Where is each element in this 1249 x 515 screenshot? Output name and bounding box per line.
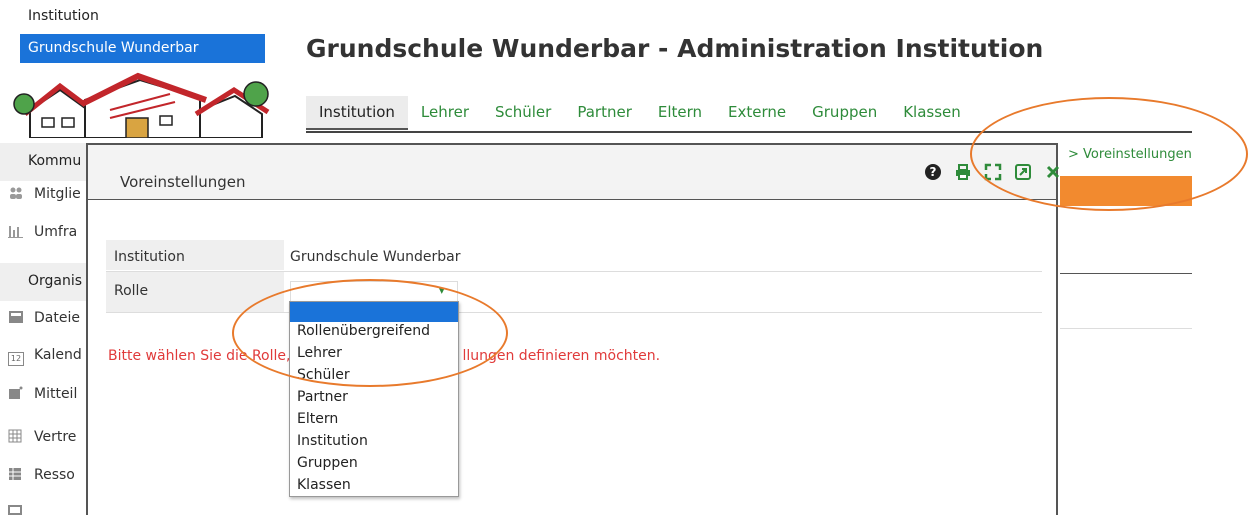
tab-klassen[interactable]: Klassen: [890, 96, 974, 130]
survey-chart-icon: [8, 226, 23, 238]
sidebar-item-resources[interactable]: Resso: [8, 467, 75, 483]
sidebar-item-files[interactable]: Dateie: [8, 310, 80, 326]
dialog-title: Voreinstellungen: [120, 173, 246, 191]
calendar-icon: 12: [8, 352, 24, 366]
sidebar-item-more-icon: [8, 505, 22, 515]
tab-institution[interactable]: Institution: [306, 96, 408, 130]
sidebar-institution-label: Institution: [28, 8, 99, 24]
sidebar-item-label: Vertre: [34, 429, 77, 445]
sidebar-item-calendar[interactable]: 12 Kalend: [8, 347, 82, 366]
school-selector[interactable]: Grundschule Wunderbar: [20, 34, 265, 63]
role-label: Rolle: [114, 283, 149, 299]
sidebar-item-label: Umfra: [34, 224, 78, 240]
substitution-icon: [8, 429, 22, 443]
institution-label: Institution: [114, 249, 185, 265]
role-option-eltern[interactable]: Eltern: [290, 410, 458, 432]
sidebar-item-members[interactable]: Mitglie: [8, 186, 81, 202]
help-icon[interactable]: ?: [924, 163, 942, 181]
role-option-klassen[interactable]: Klassen: [290, 476, 458, 498]
messages-icon: [9, 386, 23, 399]
school-logo-image: [13, 72, 270, 138]
tab-gruppen[interactable]: Gruppen: [799, 96, 890, 130]
role-option-partner[interactable]: Partner: [290, 388, 458, 410]
sidebar-item-label: Kalend: [34, 347, 82, 363]
svg-text:?: ?: [930, 165, 937, 179]
role-option-institution[interactable]: Institution: [290, 432, 458, 454]
sidebar-item-label: Resso: [34, 467, 75, 483]
sidebar-item-label: Dateie: [34, 310, 80, 326]
tab-partner[interactable]: Partner: [564, 96, 645, 130]
role-option-gruppen[interactable]: Gruppen: [290, 454, 458, 476]
sidebar-item-label: Mitteil: [34, 386, 78, 402]
institution-value: Grundschule Wunderbar: [290, 249, 461, 265]
tab-lehrer[interactable]: Lehrer: [408, 96, 482, 130]
divider: [1060, 328, 1192, 329]
tab-externe[interactable]: Externe: [715, 96, 799, 130]
print-icon[interactable]: [954, 163, 972, 181]
divider: [1060, 273, 1192, 274]
annotation-oval-settings-breadcrumb: [970, 97, 1248, 211]
annotation-oval-role-dropdown: [232, 279, 508, 387]
tab-schueler[interactable]: Schüler: [482, 96, 564, 130]
sidebar-item-messages[interactable]: Mitteil: [8, 386, 77, 402]
tab-bar: Institution Lehrer Schüler Partner Elter…: [306, 96, 974, 132]
sidebar-item-surveys[interactable]: Umfra: [8, 224, 77, 240]
members-icon: [10, 187, 22, 199]
sidebar-item-label: Mitglie: [34, 186, 81, 202]
sidebar-item-substitution[interactable]: Vertre: [8, 429, 76, 445]
row-divider: [106, 271, 1042, 272]
tab-eltern[interactable]: Eltern: [645, 96, 715, 130]
resources-icon: [9, 468, 21, 480]
page-title: Grundschule Wunderbar - Administration I…: [306, 34, 1044, 63]
files-icon: [9, 311, 23, 323]
